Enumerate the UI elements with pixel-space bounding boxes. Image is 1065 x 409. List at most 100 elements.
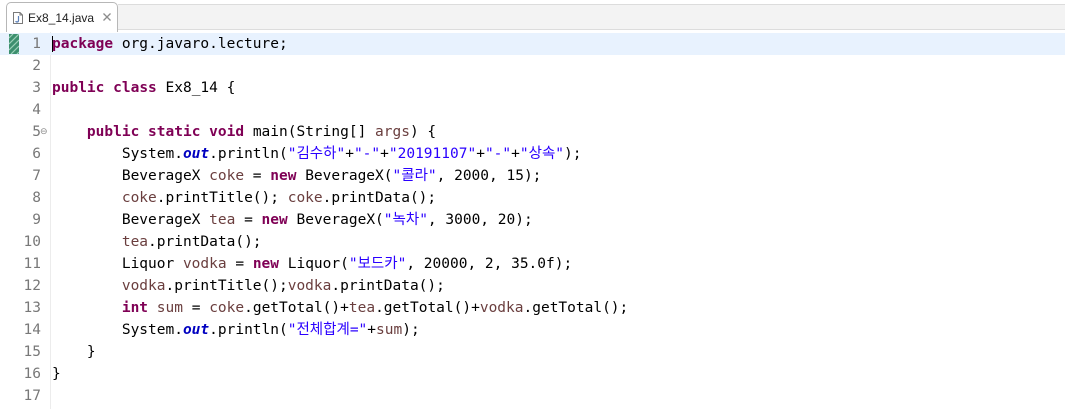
code-token: "녹차" bbox=[383, 212, 428, 228]
code-token: + bbox=[345, 146, 354, 162]
code-token: tea bbox=[209, 212, 236, 228]
code-token: int bbox=[121, 300, 149, 316]
code-token: = bbox=[235, 212, 262, 228]
code-text[interactable]: int sum = coke.getTotal()+tea.getTotal()… bbox=[52, 297, 628, 319]
line-number: 9 bbox=[32, 212, 41, 228]
java-file-icon bbox=[13, 12, 23, 24]
code-token: coke bbox=[209, 300, 245, 316]
code-line-8[interactable]: 8 coke.printTitle(); coke.printData(); bbox=[0, 187, 1065, 209]
code-token: sum bbox=[156, 300, 183, 316]
code-line-7[interactable]: 7 BeverageX coke = new BeverageX("콜라", 2… bbox=[0, 165, 1065, 187]
code-token: } bbox=[52, 344, 96, 360]
code-token: vodka bbox=[182, 256, 227, 272]
code-text[interactable]: } bbox=[52, 363, 61, 385]
code-text[interactable]: tea.printData(); bbox=[52, 231, 262, 253]
code-line-3[interactable]: 3 public class Ex8_14 { bbox=[0, 77, 1065, 99]
line-number: 3 bbox=[32, 80, 41, 96]
code-token: vodka bbox=[121, 278, 166, 294]
code-token: System. bbox=[52, 146, 183, 162]
code-text[interactable]: BeverageX coke = new BeverageX("콜라", 200… bbox=[52, 165, 542, 187]
code-line-16[interactable]: 16} bbox=[0, 363, 1065, 385]
code-text[interactable]: public class Ex8_14 { bbox=[52, 77, 235, 99]
code-token: new bbox=[270, 168, 297, 184]
line-number: 4 bbox=[32, 102, 41, 118]
code-token: args bbox=[375, 124, 410, 140]
code-token: coke bbox=[209, 168, 245, 184]
code-text[interactable]: BeverageX tea = new BeverageX("녹차", 3000… bbox=[52, 209, 533, 231]
code-text[interactable]: Liquor vodka = new Liquor("보드카", 20000, … bbox=[52, 253, 572, 275]
code-line-1[interactable]: 1 package org.javaro.lecture; bbox=[0, 33, 1065, 55]
code-editor[interactable]: 1 package org.javaro.lecture; 2 3 public cla… bbox=[0, 32, 1065, 409]
code-line-4[interactable]: 4 bbox=[0, 99, 1065, 121]
code-token: ) { bbox=[409, 124, 437, 140]
code-token: + bbox=[367, 322, 377, 338]
code-line-5[interactable]: 5 ⊖ public static void main(String[] args… bbox=[0, 121, 1065, 143]
line-number: 16 bbox=[23, 366, 41, 382]
code-token: Liquor bbox=[52, 256, 183, 272]
line-number: 2 bbox=[32, 58, 41, 74]
line-number: 6 bbox=[32, 146, 41, 162]
code-token: public bbox=[86, 124, 140, 140]
code-line-17[interactable]: 17 bbox=[0, 385, 1065, 407]
line-number: 15 bbox=[23, 344, 41, 360]
code-line-9[interactable]: 9 BeverageX tea = new BeverageX("녹차", 30… bbox=[0, 209, 1065, 231]
code-text[interactable]: } bbox=[52, 341, 96, 363]
code-text[interactable]: package org.javaro.lecture; bbox=[52, 33, 288, 55]
line-number: 7 bbox=[32, 168, 41, 184]
code-token: sum bbox=[376, 322, 403, 338]
code-token: BeverageX( bbox=[296, 168, 393, 184]
code-token: "보드카" bbox=[348, 256, 407, 272]
code-line-11[interactable]: 11 Liquor vodka = new Liquor("보드카", 2000… bbox=[0, 253, 1065, 275]
code-line-2[interactable]: 2 bbox=[0, 55, 1065, 77]
code-token: out bbox=[182, 146, 210, 162]
code-line-10[interactable]: 10 tea.printData(); bbox=[0, 231, 1065, 253]
code-token: .printData(); bbox=[331, 278, 445, 294]
code-token: = bbox=[182, 300, 210, 316]
close-icon[interactable] bbox=[102, 12, 112, 22]
code-line-13[interactable]: 13 int sum = coke.getTotal()+tea.getTota… bbox=[0, 297, 1065, 319]
code-text[interactable]: coke.printTitle(); coke.printData(); bbox=[52, 187, 436, 209]
change-marker-icon bbox=[9, 34, 19, 54]
code-token: class bbox=[113, 80, 157, 96]
code-token: + bbox=[380, 146, 389, 162]
code-token: vodka bbox=[479, 300, 524, 316]
fold-collapse-icon[interactable]: ⊖ bbox=[40, 128, 48, 137]
code-token: new bbox=[261, 212, 288, 228]
code-token: vodka bbox=[287, 278, 332, 294]
code-token: org.javaro.lecture; bbox=[113, 36, 288, 52]
tab-ex8-14-java[interactable]: Ex8_14.java bbox=[6, 2, 118, 32]
line-number: 11 bbox=[23, 256, 41, 272]
code-text[interactable]: System.out.println("전체합계="+sum); bbox=[52, 319, 420, 341]
line-number: 10 bbox=[23, 234, 41, 250]
code-token: public bbox=[52, 80, 105, 96]
code-token: "20191107" bbox=[388, 146, 477, 162]
code-line-14[interactable]: 14 System.out.println("전체합계="+sum); bbox=[0, 319, 1065, 341]
code-token: static bbox=[148, 124, 201, 140]
code-line-15[interactable]: 15 } bbox=[0, 341, 1065, 363]
line-number: 5 bbox=[32, 124, 41, 140]
code-text[interactable]: public static void main(String[] args) { bbox=[52, 121, 436, 143]
code-line-6[interactable]: 6 System.out.println("김수하"+"-"+"20191107… bbox=[0, 143, 1065, 165]
code-token: coke bbox=[121, 190, 157, 206]
code-text[interactable]: System.out.println("김수하"+"-"+"20191107"+… bbox=[52, 143, 582, 165]
code-token: "김수하" bbox=[287, 146, 346, 162]
code-token: BeverageX bbox=[52, 212, 210, 228]
code-token: .println( bbox=[209, 146, 288, 162]
code-token: void bbox=[209, 124, 245, 140]
code-token: BeverageX bbox=[52, 168, 210, 184]
code-token: .printData(); bbox=[322, 190, 437, 206]
code-token: ); bbox=[564, 146, 582, 162]
code-token: "-" bbox=[484, 146, 512, 162]
code-token: .getTotal()+ bbox=[375, 300, 480, 316]
code-token: .printData(); bbox=[148, 234, 262, 250]
code-text[interactable]: vodka.printTitle();vodka.printData(); bbox=[52, 275, 445, 297]
tab-strip bbox=[118, 4, 1065, 30]
editor-tab-bar: Ex8_14.java bbox=[0, 0, 1065, 33]
code-line-12[interactable]: 12 vodka.printTitle();vodka.printData(); bbox=[0, 275, 1065, 297]
line-number: 17 bbox=[23, 388, 41, 404]
